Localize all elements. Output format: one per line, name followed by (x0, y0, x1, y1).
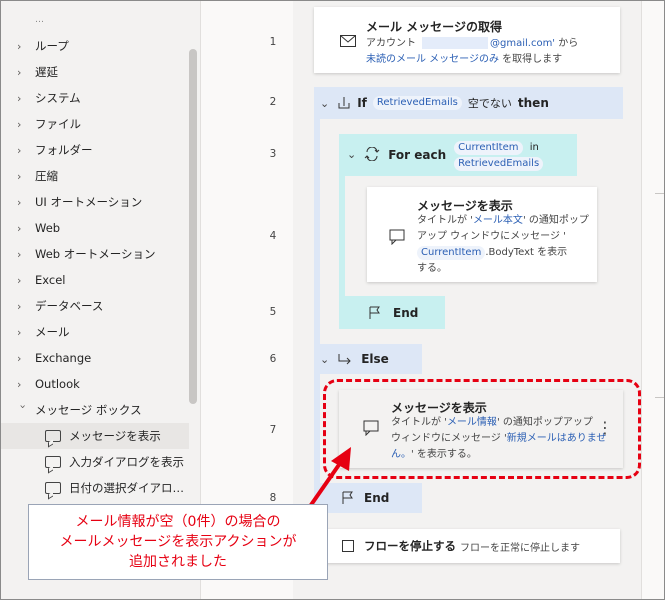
annotation-line: 追加されました (129, 554, 227, 570)
line-number: 5 (269, 306, 277, 318)
else-icon (338, 354, 351, 365)
action-title: メッセージを表示 (417, 199, 513, 213)
then-keyword: then (517, 96, 549, 110)
action-description: フローを正常に停止します (460, 542, 580, 554)
action-description: アカウント @gmail.com' から (366, 37, 579, 49)
for-each-keyword: For each (388, 148, 447, 162)
sidebar-item-file[interactable]: › ファイル (1, 111, 189, 137)
chevron-right-icon: › (17, 351, 22, 365)
if-block-rail (314, 119, 320, 345)
chevron-right-icon: › (17, 377, 22, 391)
sidebar-item-folder[interactable]: › フォルダー (1, 137, 189, 163)
variable-chip: CurrentItem (454, 141, 523, 155)
sidebar-item-delay[interactable]: › 遅延 (1, 59, 189, 85)
condition-text: 空でない (467, 97, 512, 110)
sidebar-item-compress[interactable]: › 圧縮 (1, 163, 189, 189)
sidebar-item-message-box[interactable]: › メッセージ ボックス (1, 397, 189, 423)
chevron-right-icon: › (17, 247, 22, 261)
chevron-down-icon: ⌄ (320, 96, 330, 110)
sidebar-item-outlook[interactable]: › Outlook (1, 371, 189, 397)
chevron-right-icon: › (17, 117, 22, 131)
message-icon (389, 229, 405, 245)
action-description: 未読のメール メッセージのみ を取得します (366, 54, 563, 65)
for-each-header[interactable]: ⌄ For each CurrentItem in RetrievedEmail… (339, 134, 577, 176)
annotation-line: メール情報が空（0件）の場合の (75, 514, 281, 530)
divider (655, 193, 664, 194)
chevron-down-icon: ⌄ (320, 352, 330, 366)
sidebar-item-system[interactable]: › システム (1, 85, 189, 111)
annotation-line: メールメッセージを表示アクションが (59, 534, 297, 550)
line-number: 2 (269, 96, 277, 108)
action-title: フローを停止する (364, 539, 456, 553)
variable-chip: CurrentItem (417, 246, 486, 260)
chevron-right-icon: › (17, 299, 22, 313)
chevron-right-icon: › (17, 39, 22, 53)
divider (655, 397, 664, 398)
chevron-right-icon: › (17, 325, 22, 339)
message-icon (45, 482, 61, 494)
mail-icon (340, 35, 356, 47)
message-icon (45, 430, 61, 442)
for-each-rail (339, 176, 345, 296)
line-number: 1 (269, 36, 277, 48)
sidebar-item-loop[interactable]: › ループ (1, 33, 189, 59)
in-keyword: in (529, 142, 539, 153)
sidebar-subitem-show-message[interactable]: メッセージを表示 (1, 423, 189, 449)
line-number: 6 (269, 353, 277, 365)
variable-chip: RetrievedEmails (372, 96, 462, 110)
sidebar-item-partial: … (35, 15, 44, 25)
action-retrieve-emails[interactable]: メール メッセージの取得 アカウント @gmail.com' から 未読のメール … (314, 7, 620, 73)
sidebar-item-web[interactable]: › Web (1, 215, 189, 241)
chevron-down-icon: › (16, 404, 30, 409)
else-block-header[interactable]: ⌄ Else (314, 344, 422, 374)
right-panel (641, 1, 664, 599)
line-number: 8 (269, 492, 277, 504)
sidebar-subitem-date-dialog[interactable]: 日付の選択ダイアロ… (1, 475, 189, 501)
highlight-box (323, 379, 641, 479)
branch-icon (338, 97, 350, 109)
sidebar-scrollbar[interactable] (189, 49, 197, 404)
line-number: 3 (269, 148, 277, 160)
redacted-block (422, 37, 488, 49)
chevron-down-icon: ⌄ (347, 148, 357, 161)
action-title: メール メッセージの取得 (366, 20, 502, 34)
line-number: 4 (269, 230, 277, 242)
chevron-right-icon: › (17, 65, 22, 79)
if-block-header[interactable]: ⌄ If RetrievedEmails 空でない then (314, 87, 623, 119)
sidebar-item-excel[interactable]: › Excel (1, 267, 189, 293)
line-number: 7 (269, 424, 277, 436)
annotation-callout: メール情報が空（0件）の場合の メールメッセージを表示アクションが 追加されまし… (28, 504, 328, 580)
for-each-end[interactable]: End (339, 296, 445, 329)
sidebar-item-ui-automation[interactable]: › UI オートメーション (1, 189, 189, 215)
chevron-right-icon: › (17, 169, 22, 183)
if-keyword: If (357, 96, 367, 110)
action-display-message[interactable]: メッセージを表示 タイトルが 'メール本文' の通知ポップ アップ ウィンドウに… (367, 187, 597, 282)
flag-icon (369, 306, 380, 319)
sidebar-subitem-input-dialog[interactable]: 入力ダイアログを表示 (1, 449, 189, 475)
loop-icon (364, 147, 380, 161)
sidebar-item-database[interactable]: › データベース (1, 293, 189, 319)
action-stop-flow[interactable]: フローを停止する フローを正常に停止します (314, 529, 620, 563)
chevron-right-icon: › (17, 195, 22, 209)
variable-chip: RetrievedEmails (454, 157, 544, 171)
stop-icon (342, 540, 354, 552)
chevron-right-icon: › (17, 221, 22, 235)
sidebar-item-web-automation[interactable]: › Web オートメーション (1, 241, 189, 267)
sidebar-item-mail[interactable]: › メール (1, 319, 189, 345)
chevron-right-icon: › (17, 91, 22, 105)
message-icon (45, 456, 61, 468)
chevron-right-icon: › (17, 273, 22, 287)
chevron-right-icon: › (17, 143, 22, 157)
app-window: … › ループ › 遅延 › システム › ファイル › フォルダー › 圧縮 › UI オー… (0, 0, 665, 600)
sidebar-item-exchange[interactable]: › Exchange (1, 345, 189, 371)
